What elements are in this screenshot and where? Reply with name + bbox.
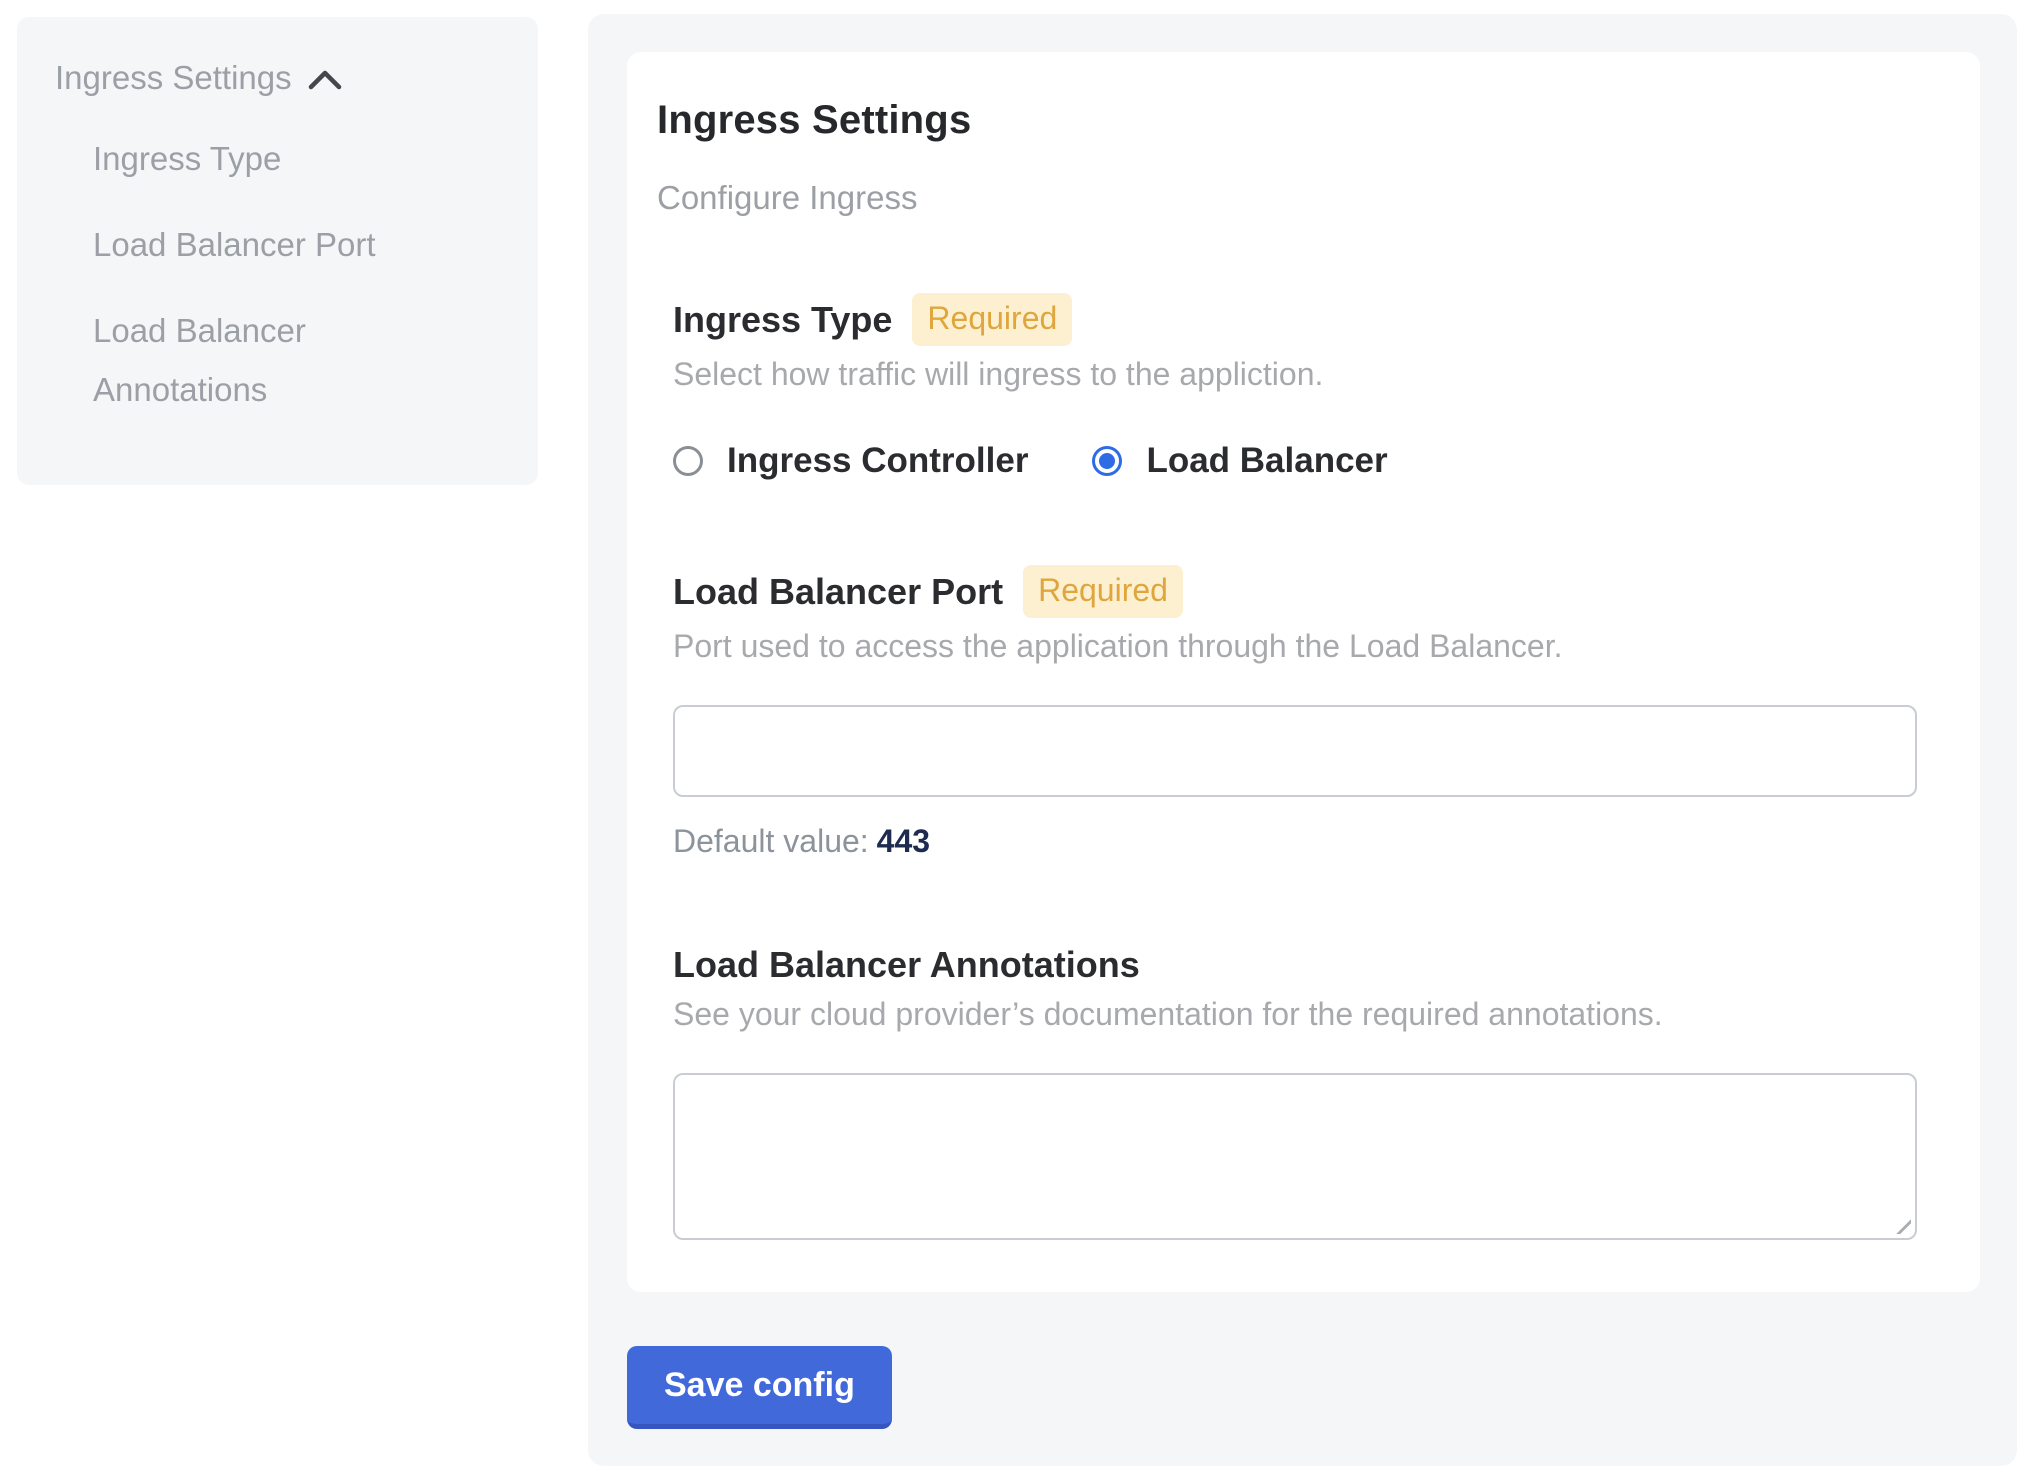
sidebar-item-load-balancer-port[interactable]: Load Balancer Port bbox=[93, 215, 473, 274]
sidebar-section-label: Ingress Settings bbox=[55, 59, 292, 97]
load-balancer-port-input[interactable] bbox=[673, 705, 1917, 797]
load-balancer-annotations-heading: Load Balancer Annotations bbox=[673, 944, 1140, 986]
required-badge: Required bbox=[1023, 565, 1183, 618]
ingress-type-heading: Ingress Type bbox=[673, 299, 892, 341]
radio-load-balancer[interactable]: Load Balancer bbox=[1092, 441, 1387, 481]
default-value-label: Default value: bbox=[673, 823, 869, 859]
ingress-type-description: Select how traffic will ingress to the a… bbox=[673, 356, 1917, 393]
radio-circle-icon bbox=[673, 446, 703, 476]
load-balancer-port-heading: Load Balancer Port bbox=[673, 571, 1003, 613]
sidebar-item-list: Ingress Type Load Balancer Port Load Bal… bbox=[93, 129, 500, 419]
load-balancer-annotations-textarea[interactable] bbox=[673, 1073, 1917, 1240]
radio-label: Ingress Controller bbox=[727, 441, 1028, 481]
default-value-line: Default value:443 bbox=[673, 823, 1917, 860]
ingress-type-section: Ingress Type Required Select how traffic… bbox=[673, 293, 1917, 481]
required-badge: Required bbox=[912, 293, 1072, 346]
ingress-settings-card: Ingress Settings Configure Ingress Ingre… bbox=[627, 52, 1980, 1292]
sidebar-item-load-balancer-annotations[interactable]: Load Balancer Annotations bbox=[93, 301, 473, 419]
load-balancer-port-description: Port used to access the application thro… bbox=[673, 628, 1917, 665]
default-value: 443 bbox=[877, 823, 930, 859]
save-config-button[interactable]: Save config bbox=[627, 1346, 892, 1429]
radio-circle-icon bbox=[1092, 446, 1122, 476]
page-subtitle: Configure Ingress bbox=[657, 179, 1917, 217]
radio-ingress-controller[interactable]: Ingress Controller bbox=[673, 441, 1028, 481]
ingress-type-radio-group: Ingress Controller Load Balancer bbox=[673, 441, 1917, 481]
load-balancer-annotations-description: See your cloud provider’s documentation … bbox=[673, 996, 1917, 1033]
page-title: Ingress Settings bbox=[657, 98, 1917, 143]
sidebar-item-ingress-type[interactable]: Ingress Type bbox=[93, 129, 473, 188]
load-balancer-port-section: Load Balancer Port Required Port used to… bbox=[673, 565, 1917, 860]
radio-label: Load Balancer bbox=[1146, 441, 1387, 481]
main-panel: Ingress Settings Configure Ingress Ingre… bbox=[588, 14, 2017, 1466]
sidebar-section-toggle[interactable]: Ingress Settings bbox=[55, 59, 500, 97]
chevron-up-icon bbox=[308, 69, 342, 91]
load-balancer-annotations-section: Load Balancer Annotations See your cloud… bbox=[673, 944, 1917, 1240]
settings-sidebar: Ingress Settings Ingress Type Load Balan… bbox=[17, 17, 538, 485]
